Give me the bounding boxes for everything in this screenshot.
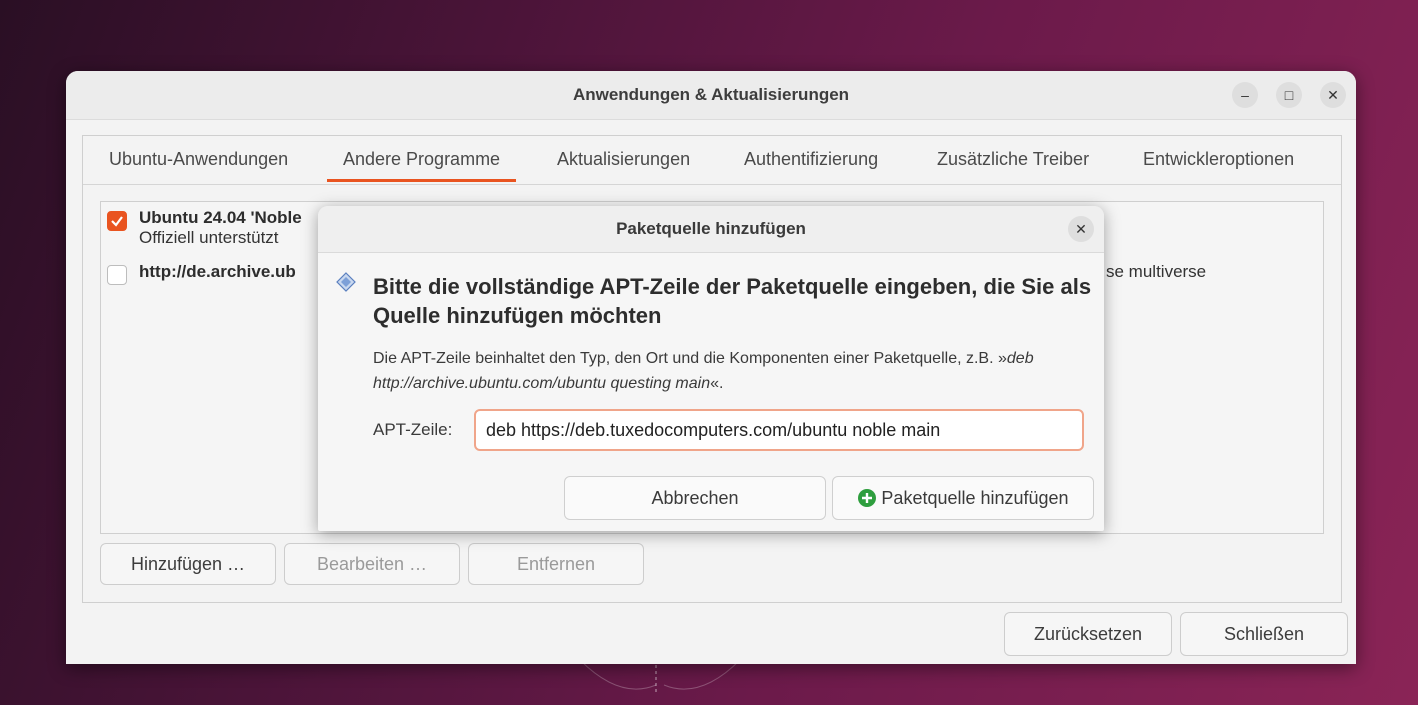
tab-additional-drivers[interactable]: Zusätzliche Treiber xyxy=(937,149,1089,170)
tab-updates[interactable]: Aktualisierungen xyxy=(557,149,690,170)
minimize-button[interactable]: – xyxy=(1232,82,1258,108)
tab-bar: Ubuntu-Anwendungen Andere Programme Aktu… xyxy=(83,136,1341,185)
dialog-explanation: Die APT-Zeile beinhaltet den Typ, den Or… xyxy=(373,346,1098,396)
tab-ubuntu-software[interactable]: Ubuntu-Anwendungen xyxy=(109,149,288,170)
dialog-heading: Bitte die vollständige APT-Zeile der Pak… xyxy=(373,274,1092,328)
apt-line-label: APT-Zeile: xyxy=(373,420,453,439)
tab-developer-options[interactable]: Entwickleroptionen xyxy=(1143,149,1294,170)
source-subtitle: Offiziell unterstützt xyxy=(139,228,279,247)
add-circle-icon xyxy=(858,489,877,507)
titlebar: Anwendungen & Aktualisierungen – □ ✕ xyxy=(66,71,1356,120)
reset-button[interactable]: Zurücksetzen xyxy=(1004,612,1172,656)
checkmark-icon xyxy=(111,216,123,227)
edit-source-button[interactable]: Bearbeiten … xyxy=(284,543,460,585)
source-trailing-text: se multiverse xyxy=(1106,262,1207,281)
maximize-button[interactable]: □ xyxy=(1276,82,1302,108)
info-diamond-icon xyxy=(336,272,356,292)
list-item[interactable]: Ubuntu 24.04 'Noble Offiziell unterstütz… xyxy=(107,208,302,248)
maximize-icon: □ xyxy=(1284,87,1294,103)
tab-other-software[interactable]: Andere Programme xyxy=(326,149,517,182)
tab-authentication[interactable]: Authentifizierung xyxy=(744,149,878,170)
add-source-dialog: Paketquelle hinzufügen ✕ Bitte die volls… xyxy=(318,206,1104,531)
explain-prefix: Die APT-Zeile beinhaltet den Typ, den Or… xyxy=(373,350,1007,367)
source-checkbox[interactable] xyxy=(107,265,127,285)
source-checkbox[interactable] xyxy=(107,211,127,231)
dialog-header: Paketquelle hinzufügen ✕ xyxy=(318,206,1104,253)
add-source-button[interactable]: Hinzufügen … xyxy=(100,543,276,585)
dialog-close-button[interactable]: ✕ xyxy=(1068,216,1094,242)
close-icon: ✕ xyxy=(1075,220,1087,237)
window-title: Anwendungen & Aktualisierungen xyxy=(572,85,850,104)
source-title: http://de.archive.ub xyxy=(139,262,296,281)
close-icon: ✕ xyxy=(1327,86,1339,103)
add-source-confirm-button[interactable]: Paketquelle hinzufügen xyxy=(832,476,1094,520)
remove-source-button[interactable]: Entfernen xyxy=(468,543,644,585)
confirm-label: Paketquelle hinzufügen xyxy=(881,487,1069,508)
list-item[interactable]: http://de.archive.ub xyxy=(107,262,296,285)
apt-line-input[interactable] xyxy=(474,409,1084,451)
minimize-icon: – xyxy=(1241,87,1249,103)
source-title: Ubuntu 24.04 'Noble xyxy=(139,208,302,227)
close-window-button[interactable]: Schließen xyxy=(1180,612,1348,656)
explain-suffix: «. xyxy=(710,375,724,392)
close-button[interactable]: ✕ xyxy=(1320,82,1346,108)
cancel-button[interactable]: Abbrechen xyxy=(564,476,826,520)
dialog-title: Paketquelle hinzufügen xyxy=(616,219,806,238)
